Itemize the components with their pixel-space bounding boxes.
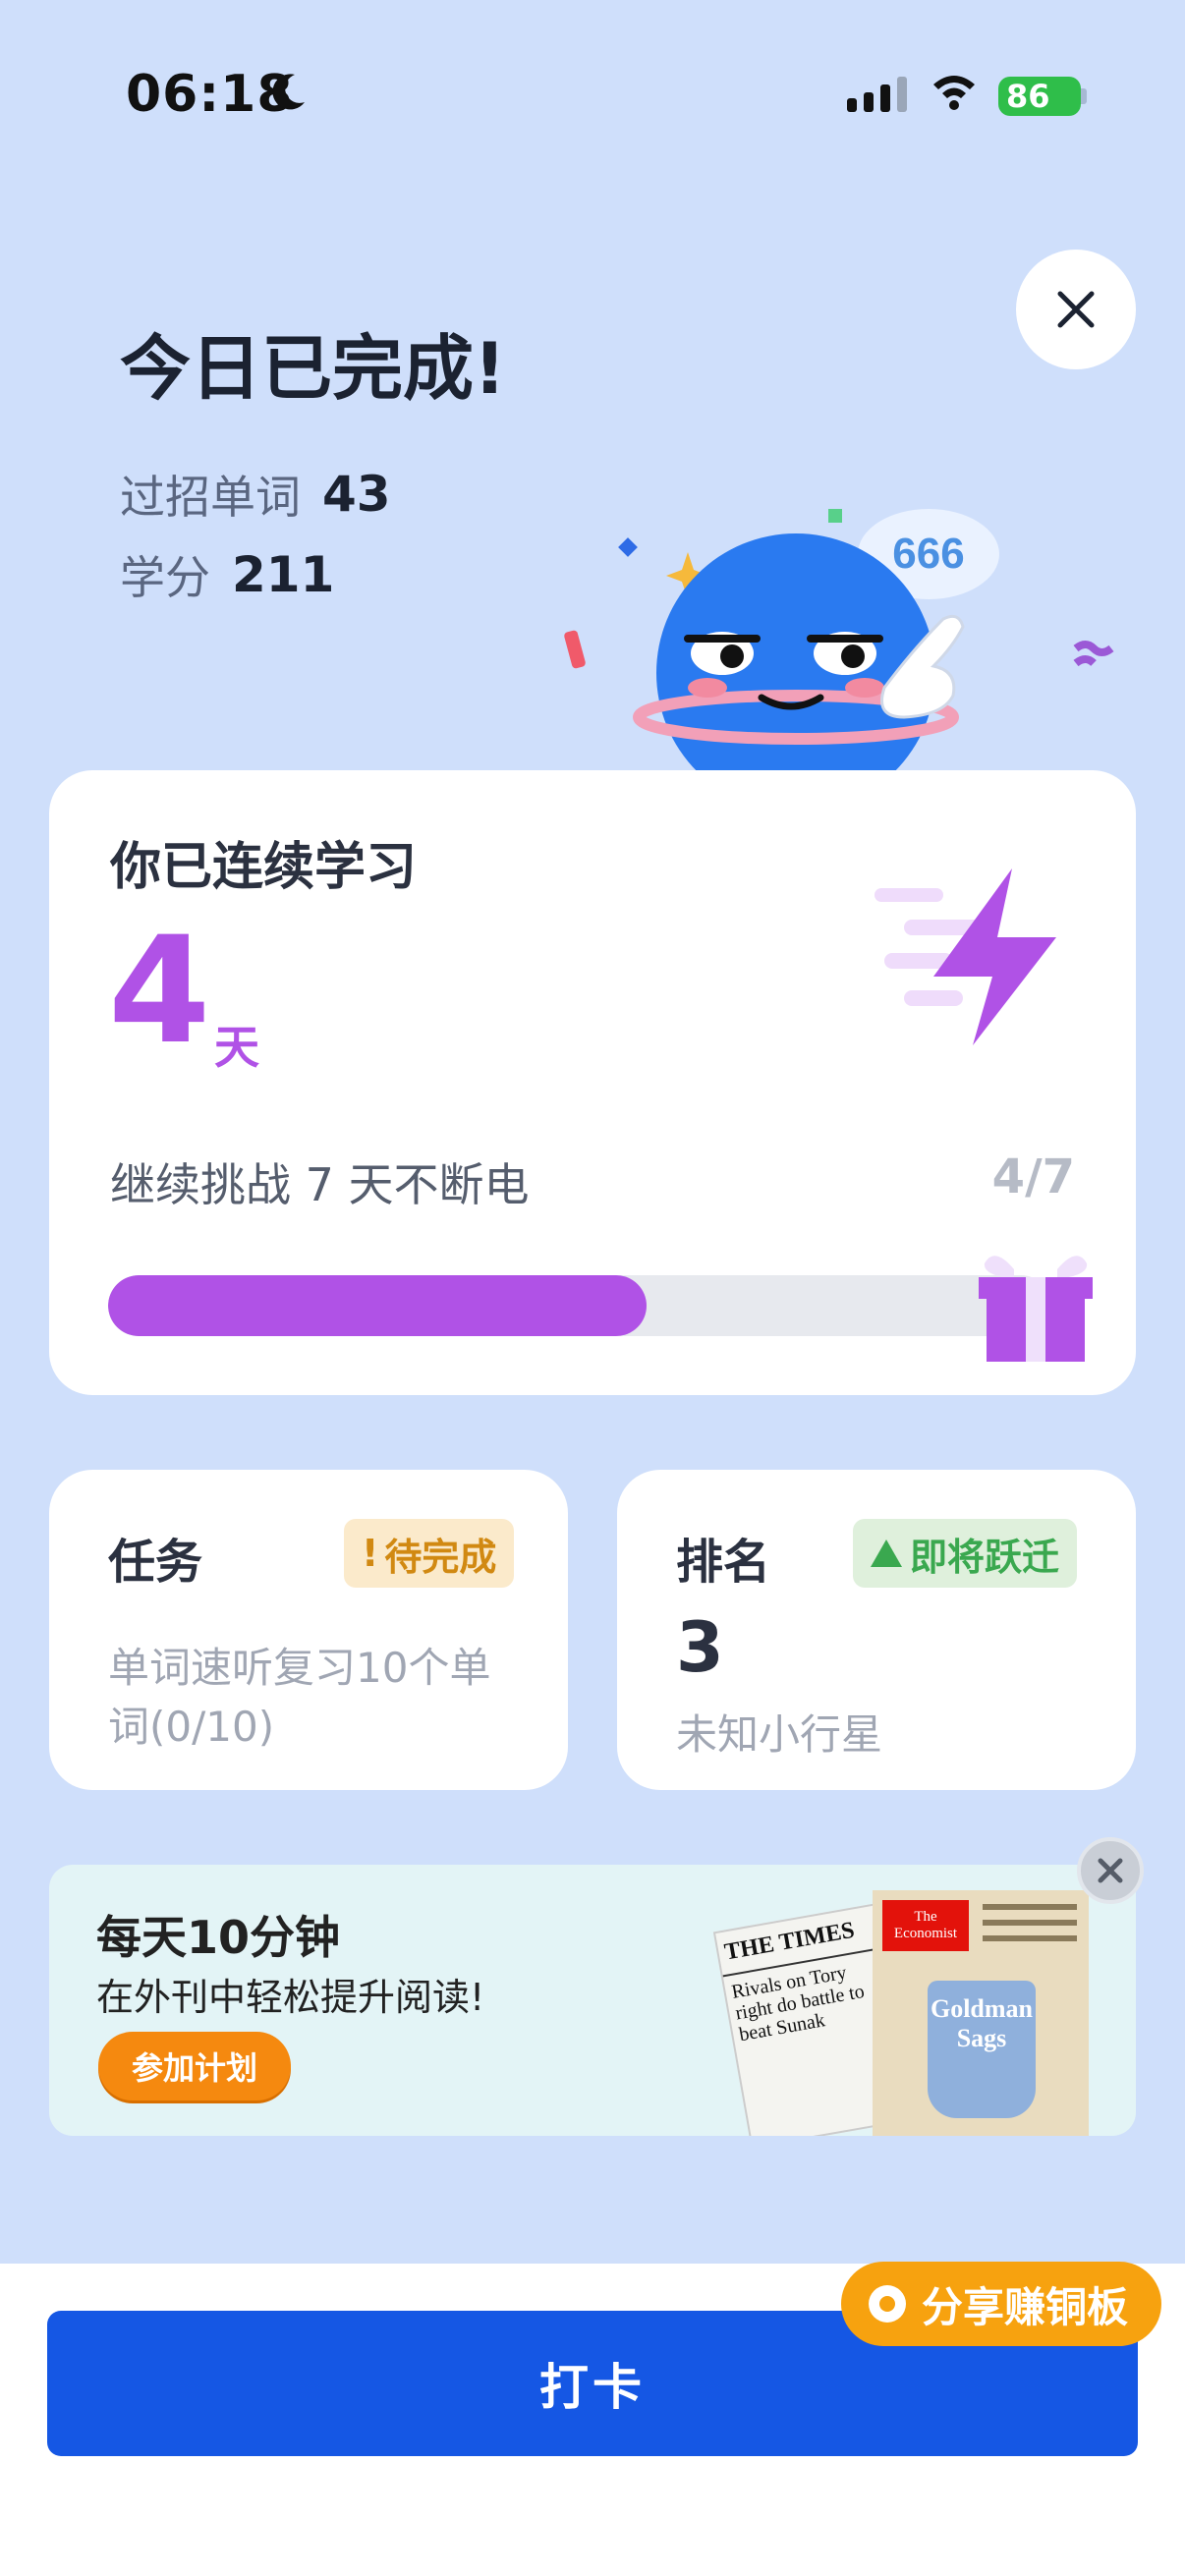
badge-text: 待完成: [384, 1535, 497, 1579]
stat-value: 43: [322, 466, 391, 523]
progress-fill: [108, 1275, 648, 1336]
coin-icon: [869, 2285, 906, 2323]
ad-subtitle: 在外刊中轻松提升阅读!: [96, 1976, 485, 2019]
wifi-icon: [933, 76, 975, 110]
confetti: [564, 630, 586, 669]
streak-title: 你已连续学习: [110, 838, 418, 897]
task-description: 单词速听复习10个单词(0/10): [108, 1644, 491, 1751]
confetti: [618, 537, 638, 557]
magazine-cover-text: Goldman Sags: [928, 1981, 1036, 2118]
mascot-illustration: 666: [564, 509, 1114, 786]
task-title: 任务: [108, 1535, 203, 1590]
join-plan-button[interactable]: 参加计划: [98, 2032, 291, 2100]
stat-label: 学分: [120, 551, 210, 604]
badge-text: 即将跃迁: [910, 1535, 1060, 1579]
moon-icon: [272, 74, 305, 110]
battery-indicator: 86: [998, 77, 1081, 116]
badge-mark: !: [362, 1532, 379, 1575]
rank-value: 3: [676, 1607, 724, 1688]
lightning-icon: [875, 868, 1056, 1045]
battery-tip: [1081, 88, 1087, 104]
confetti: [1073, 655, 1097, 667]
gift-icon: [979, 1256, 1093, 1362]
progress-text: 4/7: [991, 1149, 1075, 1204]
signal-icon: [847, 77, 907, 112]
credits-stat: 学分 211: [120, 542, 334, 607]
arrow-up-icon: [871, 1540, 902, 1567]
words-stat: 过招单词 43: [120, 462, 391, 527]
streak-days: 4: [108, 906, 211, 1077]
rank-subtitle: 未知小行星: [676, 1710, 883, 1759]
streak-progress-bar: [108, 1275, 1051, 1336]
magazine-masthead: The Economist: [882, 1900, 969, 1951]
confetti: [1073, 641, 1114, 656]
task-card[interactable]: 任务 ! 待完成 单词速听复习10个单词(0/10): [49, 1470, 568, 1790]
close-button[interactable]: [1016, 250, 1136, 369]
battery-level: 86: [1006, 78, 1050, 115]
streak-unit: 天: [214, 1021, 259, 1074]
close-icon: [1057, 291, 1095, 328]
ad-banner[interactable]: 每天10分钟 在外刊中轻松提升阅读! 参加计划 THE TIMES Rivals…: [49, 1865, 1136, 2136]
bubble-text: 666: [892, 530, 964, 578]
rank-title: 排名: [676, 1535, 771, 1590]
magazine-image: The Economist Goldman Sags: [873, 1890, 1089, 2136]
share-button[interactable]: 分享赚铜板: [841, 2262, 1161, 2346]
pending-badge: ! 待完成: [344, 1519, 515, 1588]
streak-card: 你已连续学习 4 天 继续挑战 7 天不断电 4/7: [49, 770, 1136, 1395]
rank-badge: 即将跃迁: [853, 1519, 1078, 1588]
ad-title: 每天10分钟: [96, 1911, 341, 1964]
stat-label: 过招单词: [120, 471, 301, 524]
stat-value: 211: [232, 546, 335, 603]
share-label: 分享赚铜板: [922, 2282, 1129, 2331]
close-icon: [1098, 1858, 1123, 1883]
confetti: [828, 509, 842, 523]
challenge-text: 继续挑战 7 天不断电: [110, 1158, 530, 1211]
rank-card[interactable]: 排名 即将跃迁 3 未知小行星: [617, 1470, 1136, 1790]
page-title: 今日已完成!: [120, 327, 506, 410]
ad-close-button[interactable]: [1077, 1837, 1144, 1904]
